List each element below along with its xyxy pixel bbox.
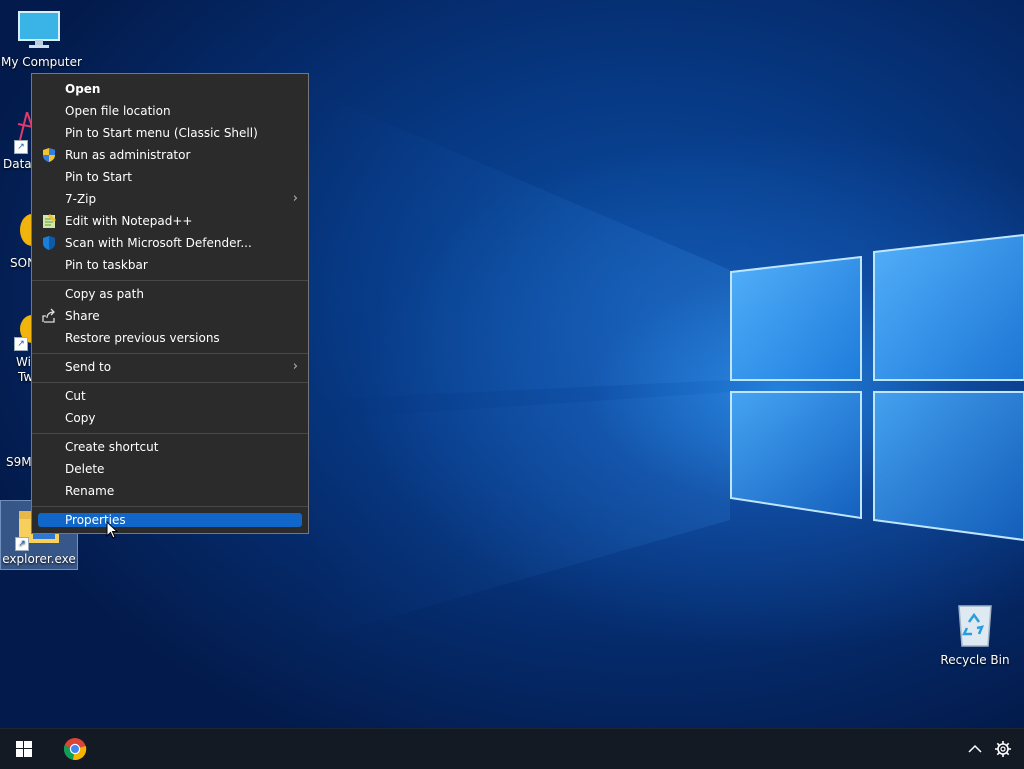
desktop-icon-label-partial: Wi [16, 355, 31, 369]
notepadpp-icon [43, 214, 56, 228]
show-hidden-icons-button[interactable] [952, 729, 992, 769]
chrome-icon [63, 738, 87, 761]
chevron-up-icon [968, 744, 982, 753]
menu-separator [32, 280, 308, 281]
monitor-icon [18, 11, 60, 48]
menu-item-7zip[interactable]: 7-Zip › [38, 189, 302, 209]
menu-item-run-as-administrator[interactable]: Run as administrator [38, 145, 302, 165]
desktop-icon-label: My Computer [1, 55, 82, 69]
menu-item-copy-as-path[interactable]: Copy as path [38, 284, 302, 304]
menu-item-cut[interactable]: Cut [38, 386, 302, 406]
desktop-icon-label: Recycle Bin [940, 653, 1010, 667]
desktop-icon-recycle-bin[interactable]: Recycle Bin [937, 602, 1013, 667]
shortcut-arrow-icon: ↗ [14, 140, 28, 154]
context-menu: Open Open file location Pin to Start men… [31, 73, 309, 534]
menu-item-pin-to-taskbar[interactable]: Pin to taskbar [38, 255, 302, 275]
shortcut-arrow-icon: ↗ [14, 337, 28, 351]
menu-item-delete[interactable]: Delete [38, 459, 302, 479]
share-icon [42, 308, 55, 323]
menu-item-restore-previous-versions[interactable]: Restore previous versions [38, 328, 302, 348]
shortcut-arrow-icon: ↗ [15, 537, 29, 551]
menu-separator [32, 382, 308, 383]
menu-item-properties[interactable]: Properties [38, 513, 302, 527]
desktop-icon-label: explorer.exe [2, 552, 76, 566]
windows-start-icon [16, 741, 32, 757]
mouse-cursor-icon [106, 521, 119, 539]
settings-tray-button[interactable] [988, 729, 1018, 769]
menu-item-pin-to-start[interactable]: Pin to Start [38, 167, 302, 187]
menu-separator [32, 506, 308, 507]
defender-shield-icon [43, 236, 55, 250]
menu-separator [32, 353, 308, 354]
gear-icon [995, 741, 1011, 757]
son-app-icon[interactable] [18, 213, 32, 247]
chevron-right-icon: › [292, 191, 298, 206]
menu-item-copy[interactable]: Copy [38, 408, 302, 428]
menu-item-scan-defender[interactable]: Scan with Microsoft Defender... [38, 233, 302, 253]
menu-item-create-shortcut[interactable]: Create shortcut [38, 437, 302, 457]
menu-item-edit-notepadpp[interactable]: Edit with Notepad++ [38, 211, 302, 231]
menu-item-rename[interactable]: Rename [38, 481, 302, 501]
shield-uac-icon [43, 148, 55, 162]
desktop-icon-my-computer[interactable]: My Computer [1, 10, 82, 69]
taskbar-chrome-button[interactable] [51, 729, 99, 769]
menu-item-send-to[interactable]: Send to › [38, 357, 302, 377]
menu-item-open-file-location[interactable]: Open file location [38, 101, 302, 121]
menu-item-open[interactable]: Open [38, 79, 302, 99]
menu-item-pin-start-classic-shell[interactable]: Pin to Start menu (Classic Shell) [38, 123, 302, 143]
recycle-bin-icon [958, 605, 992, 647]
start-button[interactable] [0, 729, 48, 769]
taskbar [0, 728, 1024, 769]
chevron-right-icon: › [292, 359, 298, 374]
menu-item-share[interactable]: Share [38, 306, 302, 326]
menu-separator [32, 433, 308, 434]
